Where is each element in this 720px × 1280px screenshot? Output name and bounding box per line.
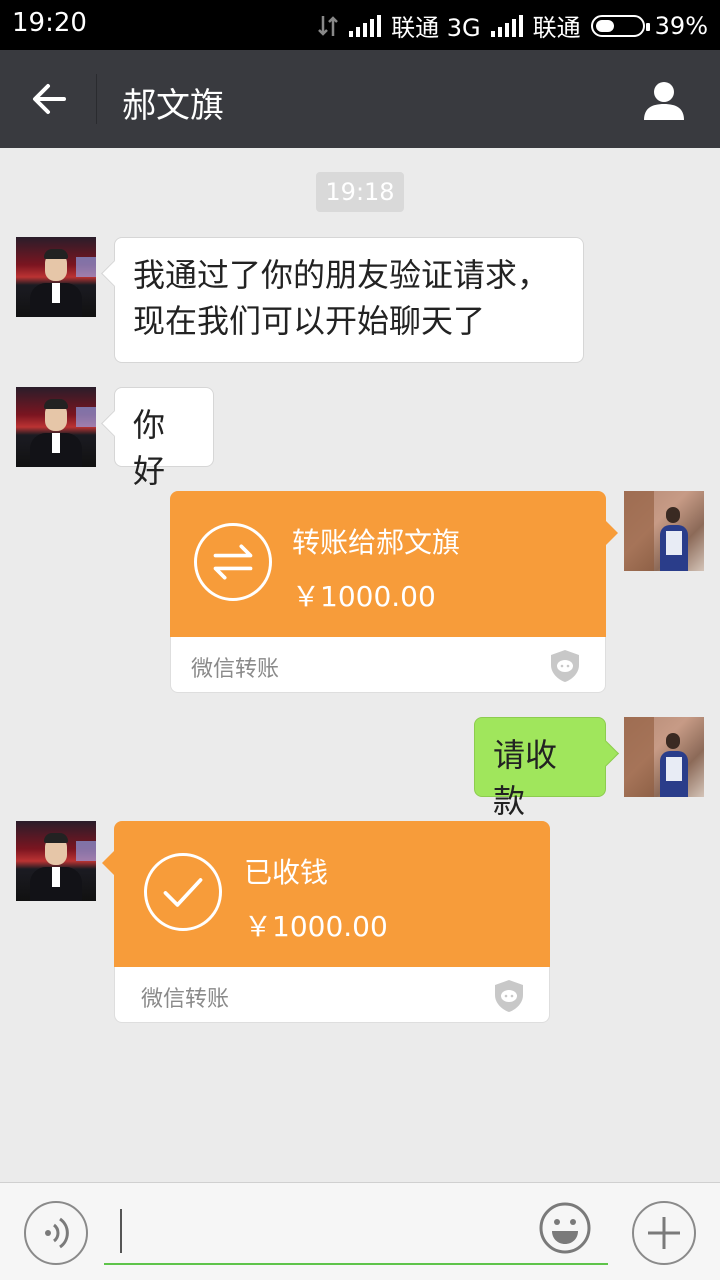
status-right: 联通 3G 联通 39% — [317, 8, 708, 43]
message-line: 现在我们可以开始聊天了 — [133, 302, 486, 340]
voice-button[interactable] — [24, 1201, 88, 1265]
transfer-card-footer: 微信转账 — [170, 637, 606, 693]
transfer-card-top: 已收钱 ￥1000.00 — [114, 821, 550, 967]
transfer-footer-label: 微信转账 — [191, 657, 280, 682]
contact-avatar[interactable] — [16, 387, 96, 467]
message-line: 我通过了你的朋友验证请求， — [133, 256, 550, 294]
my-avatar[interactable] — [624, 717, 704, 797]
carrier-1: 联通 3G — [391, 14, 481, 42]
signal-icon — [349, 14, 382, 37]
transfer-card[interactable]: 转账给郝文旗 ￥1000.00 微信转账 — [170, 491, 618, 693]
message-input[interactable] — [104, 1197, 608, 1265]
shield-icon — [551, 650, 579, 682]
message-text: 你好 — [133, 406, 166, 490]
message-text: 请收款 — [493, 736, 558, 820]
transfer-arrows-icon — [194, 523, 272, 601]
status-bar: 19:20 联通 3G 联通 39% — [0, 0, 720, 50]
battery-icon — [590, 14, 650, 37]
status-time: 19:20 — [12, 8, 87, 38]
chat-title: 郝文旗 — [122, 86, 224, 126]
transfer-title: 已收钱 — [244, 856, 329, 889]
transfer-card-top: 转账给郝文旗 ￥1000.00 — [170, 491, 606, 637]
input-bar — [0, 1182, 720, 1280]
transfer-amount: ￥1000.00 — [244, 910, 388, 943]
emoji-icon[interactable] — [538, 1201, 592, 1255]
carrier-2: 联通 — [532, 14, 581, 42]
message-timestamp: 19:18 — [316, 172, 404, 212]
plus-icon — [648, 1217, 680, 1249]
header-divider — [96, 74, 97, 124]
transfer-card-footer: 微信转账 — [114, 967, 550, 1023]
voice-icon — [45, 1217, 69, 1249]
shield-icon — [495, 980, 523, 1012]
back-arrow-icon[interactable] — [28, 78, 70, 120]
transfer-card[interactable]: 已收钱 ￥1000.00 微信转账 — [102, 821, 550, 1023]
person-icon[interactable] — [642, 78, 686, 122]
message-bubble[interactable]: 我通过了你的朋友验证请求， 现在我们可以开始聊天了 — [114, 237, 584, 363]
my-avatar[interactable] — [624, 491, 704, 571]
message-bubble[interactable]: 请收款 — [474, 717, 606, 820]
chat-header: 郝文旗 — [0, 50, 720, 148]
contact-avatar[interactable] — [16, 237, 96, 317]
plus-button[interactable] — [632, 1201, 696, 1265]
text-caret — [120, 1209, 122, 1253]
message-bubble[interactable]: 你好 — [114, 387, 214, 490]
contact-avatar[interactable] — [16, 821, 96, 901]
signal-icon-2 — [490, 14, 523, 37]
data-transfer-icon — [318, 15, 339, 36]
transfer-footer-label: 微信转账 — [141, 987, 230, 1012]
transfer-amount: ￥1000.00 — [292, 580, 436, 613]
battery-percent: 39% — [654, 11, 708, 40]
checkmark-icon — [144, 853, 222, 931]
transfer-title: 转账给郝文旗 — [292, 526, 461, 559]
